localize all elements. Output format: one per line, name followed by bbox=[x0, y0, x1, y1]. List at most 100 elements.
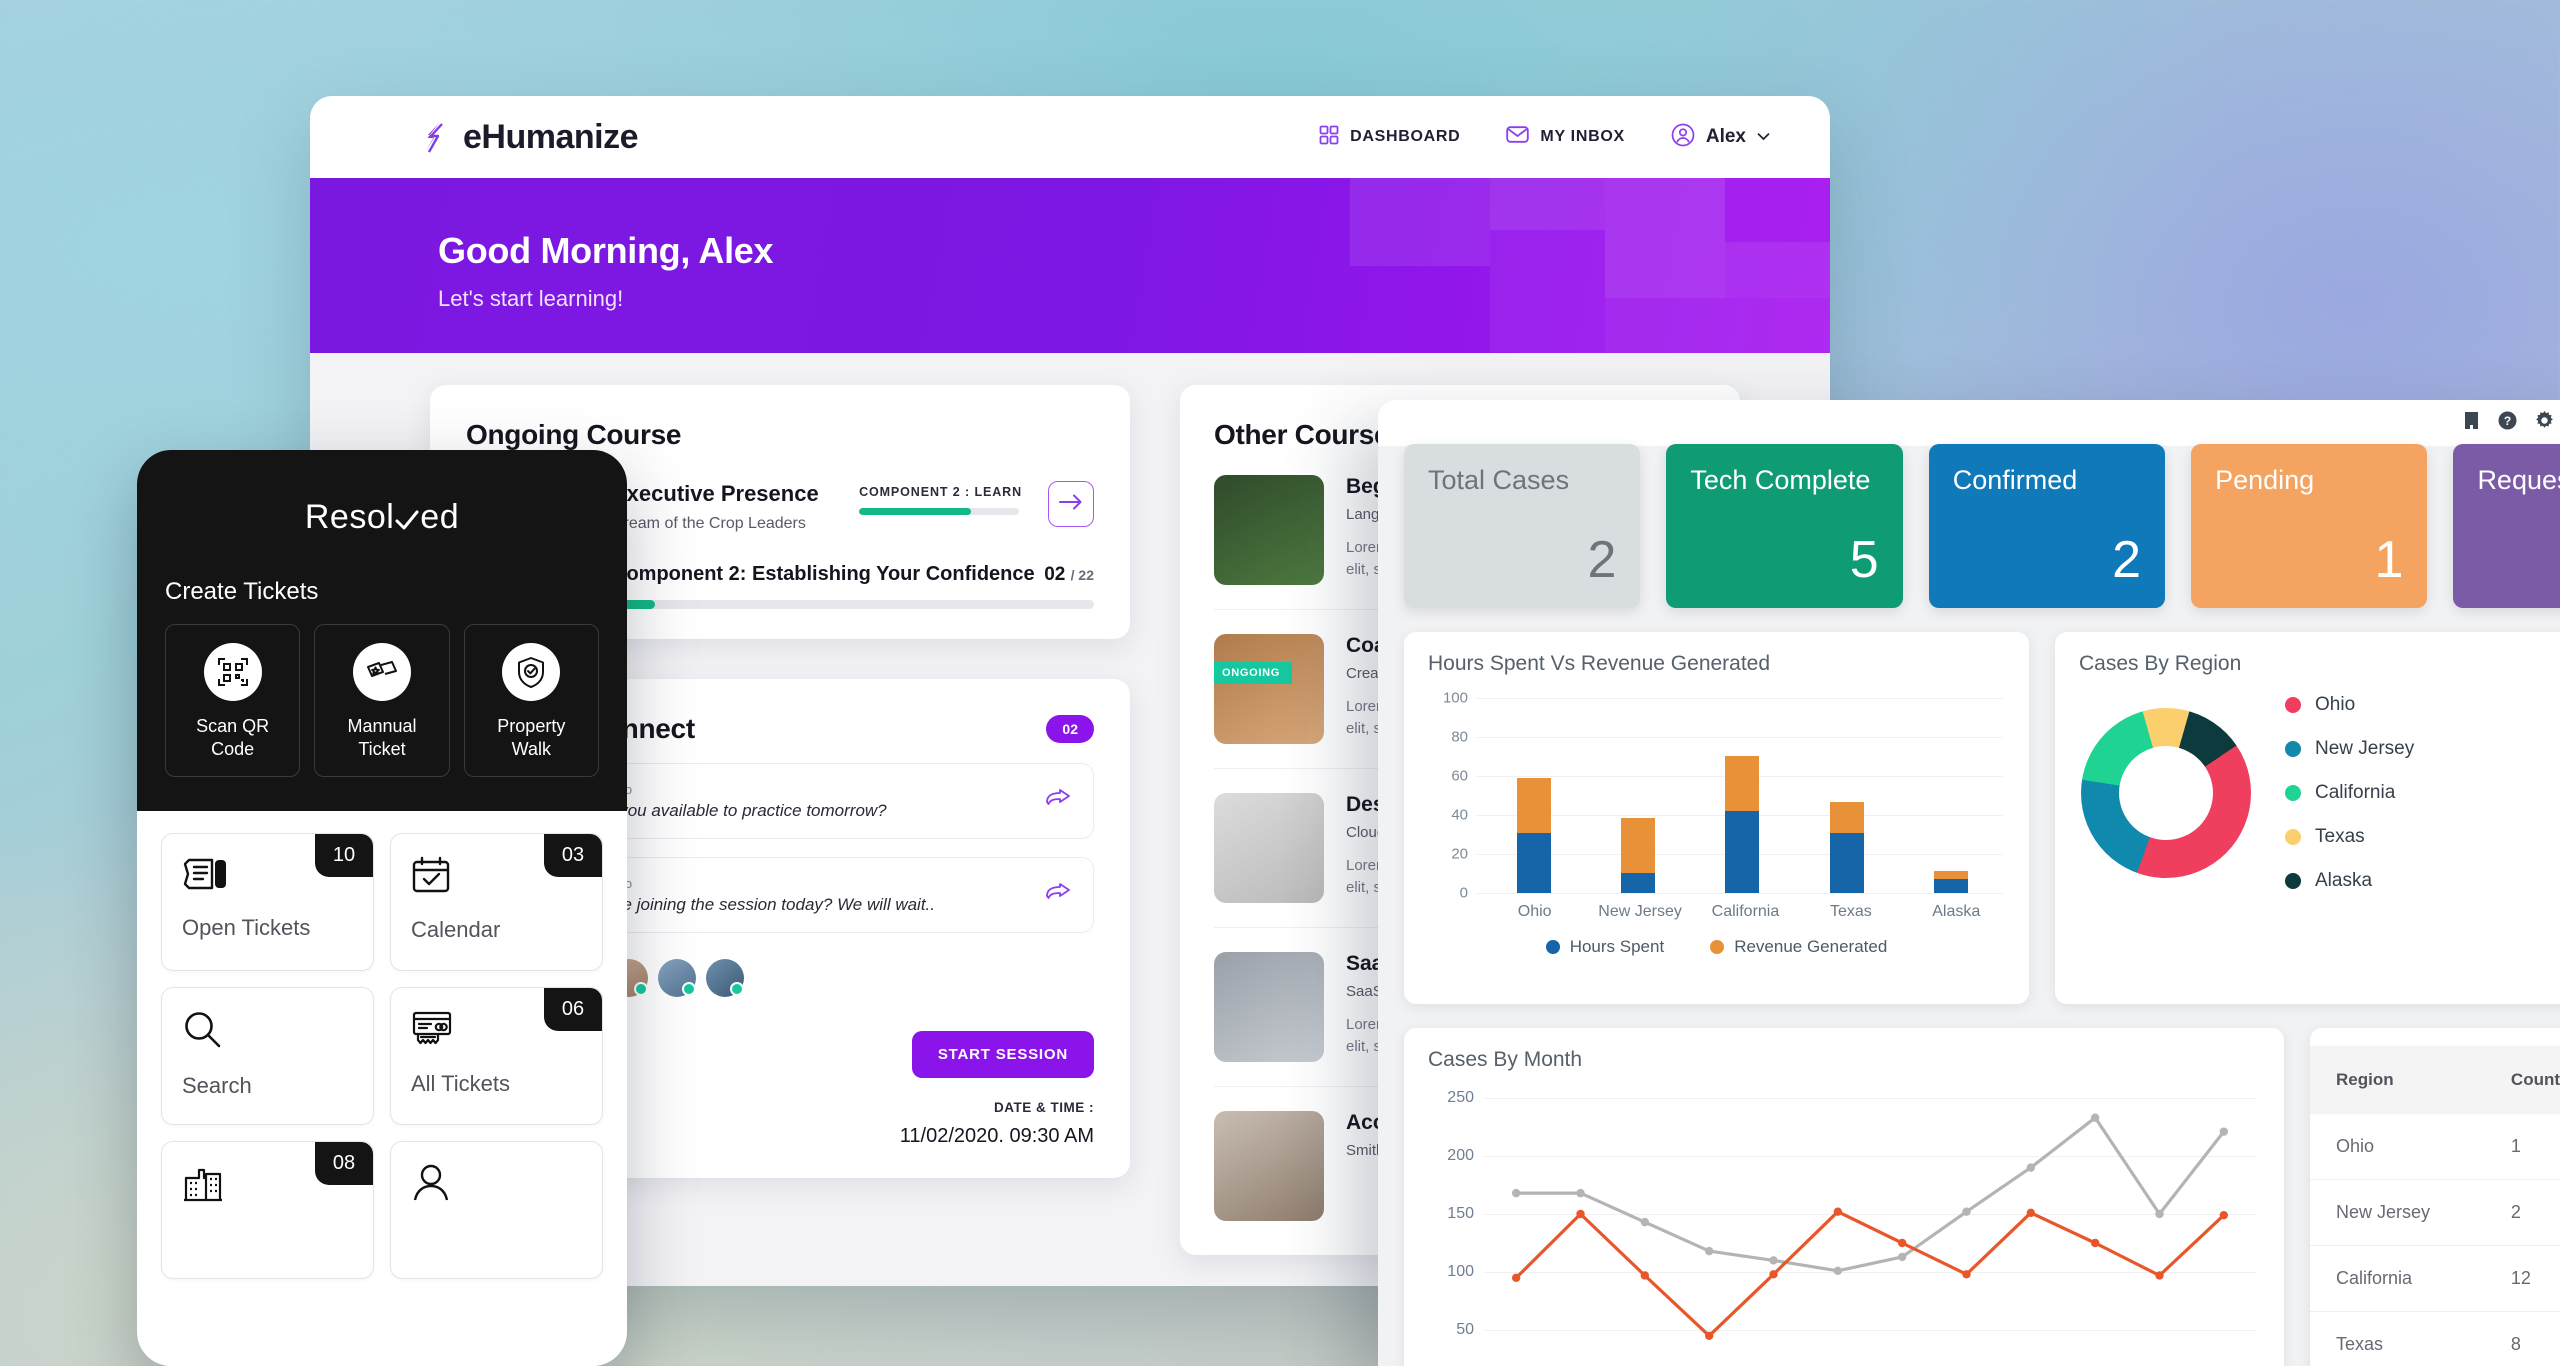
course-thumbnail bbox=[1214, 793, 1324, 903]
create-tickets-actions: Scan QR Code Mannual Ticket Property Wal… bbox=[165, 624, 599, 777]
badge-count: 06 bbox=[544, 988, 602, 1031]
x-tick: Texas bbox=[1829, 903, 1872, 920]
table-row[interactable]: California 12 bbox=[2310, 1245, 2560, 1312]
date-time-value: 11/02/2020. 09:30 AM bbox=[899, 1125, 1094, 1147]
legend-swatch bbox=[1710, 940, 1725, 954]
avatar[interactable] bbox=[706, 959, 744, 997]
y-tick: 60 bbox=[1451, 767, 1468, 785]
bar-series-group bbox=[1482, 698, 2003, 893]
nav-item-user[interactable]: Alex bbox=[1671, 123, 1770, 152]
reply-icon[interactable] bbox=[1045, 882, 1071, 908]
bar-california[interactable] bbox=[1725, 756, 1760, 893]
y-tick: 80 bbox=[1451, 728, 1468, 746]
chart-title: Cases By Region bbox=[2079, 652, 2242, 675]
tile-all-tickets[interactable]: 06 All Tickets bbox=[390, 987, 603, 1125]
legend-label: New Jersey bbox=[2315, 738, 2415, 759]
calendar-check-icon bbox=[411, 856, 451, 898]
course-provider: Cream of the Crop Leaders bbox=[612, 515, 806, 532]
badge-count: 10 bbox=[315, 834, 373, 877]
line-plot-area: 250 200 150 100 50 0 bbox=[1426, 1089, 2262, 1366]
hero-decoration bbox=[310, 178, 1830, 353]
y-tick: 250 bbox=[1447, 1089, 1474, 1106]
cell-region: Texas bbox=[2310, 1311, 2497, 1366]
legend-item-california[interactable]: California bbox=[2285, 782, 2414, 804]
cases-by-region-chart: Cases By Region Ohio New Jersey Californ… bbox=[2055, 632, 2560, 1004]
bar-new-jersey[interactable] bbox=[1621, 818, 1656, 893]
table-row[interactable]: New Jersey 2 bbox=[2310, 1179, 2560, 1246]
x-tick: California bbox=[1711, 903, 1780, 920]
kpi-request[interactable]: Request bbox=[2453, 444, 2560, 608]
qr-code-icon bbox=[203, 643, 262, 701]
tile-properties[interactable]: 08 bbox=[161, 1141, 374, 1279]
course-thumbnail: ONGOING bbox=[1214, 634, 1324, 744]
nav-label-my-inbox: MY INBOX bbox=[1540, 128, 1625, 145]
brand-logo[interactable]: eHumanize bbox=[420, 117, 639, 157]
action-property-walk[interactable]: Property Walk bbox=[463, 624, 599, 777]
bar-alaska[interactable] bbox=[1933, 871, 1968, 893]
envelope-icon bbox=[1506, 125, 1530, 149]
column-header-count[interactable]: Count bbox=[2496, 1046, 2560, 1114]
legend-item-alaska[interactable]: Alaska bbox=[2285, 870, 2414, 892]
svg-text:?: ? bbox=[2504, 414, 2511, 428]
avatar[interactable] bbox=[658, 959, 696, 997]
brand-name: eHumanize bbox=[463, 117, 639, 156]
charts-row-top: Hours Spent Vs Revenue Generated 100 80 … bbox=[1378, 608, 2560, 1004]
table-row[interactable]: Texas 8 bbox=[2310, 1311, 2560, 1366]
bar-texas[interactable] bbox=[1829, 802, 1864, 893]
nav-label-dashboard: DASHBOARD bbox=[1350, 128, 1461, 145]
ehumanize-logo-icon bbox=[420, 120, 454, 154]
resolved-logo-text-right: ed bbox=[420, 498, 460, 536]
tile-label: All Tickets bbox=[411, 1071, 511, 1096]
lesson-current: 02 bbox=[1044, 564, 1066, 585]
arrow-right-icon bbox=[1059, 493, 1083, 516]
donut-legend: Ohio New Jersey California Texas Alaska bbox=[2285, 694, 2414, 892]
continue-course-button[interactable] bbox=[1048, 481, 1094, 527]
shield-check-icon bbox=[502, 643, 561, 701]
legend-label: California bbox=[2315, 782, 2396, 803]
cases-dashboard-window: ? YP Total Cases 2 Tech Complete 5 Confi… bbox=[1378, 400, 2560, 1366]
connect-unread-badge: 02 bbox=[1046, 715, 1094, 743]
hours-vs-revenue-chart: Hours Spent Vs Revenue Generated 100 80 … bbox=[1404, 632, 2029, 1004]
action-label: Property Walk bbox=[497, 716, 566, 759]
kpi-tech-complete[interactable]: Tech Complete 5 bbox=[1666, 444, 1903, 608]
tile-open-tickets[interactable]: 10 Open Tickets bbox=[161, 833, 374, 971]
tile-search[interactable]: Search bbox=[161, 987, 374, 1125]
resolved-tiles-panel: 10 Open Tickets 03 Calendar Search 06 Al… bbox=[137, 811, 627, 1279]
user-name: Alex bbox=[1705, 126, 1746, 147]
cell-count: 2 bbox=[2496, 1179, 2560, 1246]
building-icon[interactable] bbox=[2463, 411, 2480, 435]
kpi-confirmed[interactable]: Confirmed 2 bbox=[1928, 444, 2166, 608]
legend-item-revenue-generated[interactable]: Revenue Generated bbox=[1710, 937, 1887, 957]
column-header-region[interactable]: Region bbox=[2310, 1046, 2497, 1114]
status-badge: ONGOING bbox=[1214, 662, 1293, 684]
table-row[interactable]: Ohio 1 bbox=[2310, 1114, 2560, 1180]
tile-profile[interactable] bbox=[390, 1141, 603, 1279]
start-session-button[interactable]: START SESSION bbox=[911, 1031, 1094, 1078]
action-scan-qr-code[interactable]: Scan QR Code bbox=[165, 624, 301, 777]
donut-graphic[interactable] bbox=[2081, 708, 2251, 878]
action-mannual-ticket[interactable]: Mannual Ticket bbox=[314, 624, 450, 777]
lesson-name: Component 2: Establishing Your Confidenc… bbox=[612, 563, 1035, 585]
line-series-svg bbox=[1511, 1113, 2229, 1340]
bar-legend: Hours Spent Revenue Generated bbox=[1404, 937, 2029, 957]
gear-icon[interactable] bbox=[2535, 411, 2554, 435]
chevron-down-icon bbox=[1757, 128, 1770, 146]
help-circle-icon[interactable]: ? bbox=[2498, 411, 2517, 435]
badge-count: 08 bbox=[315, 1142, 373, 1185]
kpi-total-cases[interactable]: Total Cases 2 bbox=[1404, 444, 1641, 608]
component-label: COMPONENT 2 : LEARN bbox=[859, 485, 1022, 499]
donut-area: Ohio New Jersey California Texas Alaska bbox=[2055, 676, 2560, 892]
legend-label: Revenue Generated bbox=[1734, 937, 1888, 956]
kpi-pending[interactable]: Pending 1 bbox=[2191, 444, 2428, 608]
chart-title: Cases By Month bbox=[1428, 1048, 1583, 1071]
nav-item-my-inbox[interactable]: MY INBOX bbox=[1506, 125, 1624, 149]
legend-item-new-jersey[interactable]: New Jersey bbox=[2285, 738, 2414, 760]
legend-item-hours-spent[interactable]: Hours Spent bbox=[1545, 937, 1664, 957]
nav-item-dashboard[interactable]: DASHBOARD bbox=[1319, 125, 1460, 150]
legend-item-ohio[interactable]: Ohio bbox=[2285, 694, 2414, 716]
receipt-card-icon bbox=[411, 1011, 453, 1052]
legend-item-texas[interactable]: Texas bbox=[2285, 826, 2414, 848]
bar-ohio[interactable] bbox=[1517, 778, 1552, 893]
reply-icon[interactable] bbox=[1045, 788, 1071, 814]
tile-calendar[interactable]: 03 Calendar bbox=[390, 833, 603, 971]
